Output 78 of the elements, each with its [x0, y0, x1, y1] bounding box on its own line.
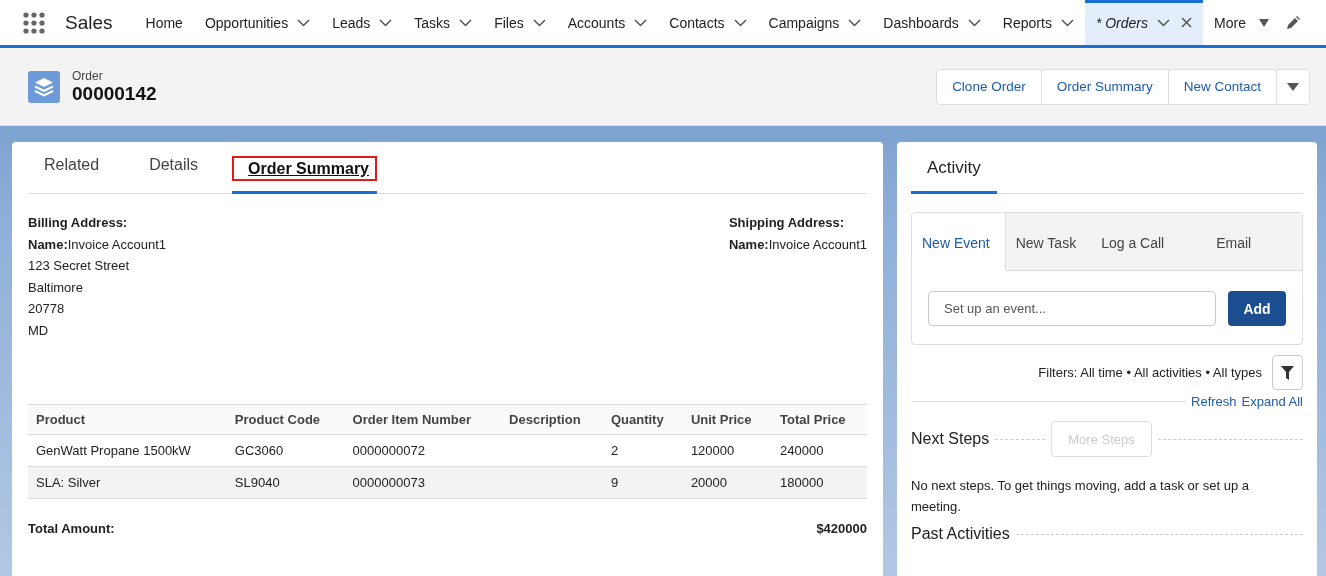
table-cell: GC3060	[226, 434, 345, 467]
chevron-down-icon[interactable]	[532, 18, 546, 27]
activity-link[interactable]: Refresh	[1191, 394, 1237, 409]
nav-tab[interactable]: Contacts	[658, 0, 758, 45]
app-launcher-icon[interactable]	[23, 11, 45, 34]
column-header: Unit Price	[682, 404, 773, 435]
nav-tab[interactable]: Opportunities	[193, 0, 322, 45]
address-line: Baltimore	[28, 278, 84, 296]
composer-tab[interactable]: Email	[1206, 213, 1267, 271]
chevron-down-icon[interactable]	[1060, 18, 1074, 27]
more-menu[interactable]: More	[1203, 0, 1280, 45]
billing-name: Name:Invoice Account1	[28, 235, 167, 253]
address-line: 123 Secret Street	[28, 257, 131, 275]
nav-tab[interactable]: Files	[483, 0, 557, 45]
table-cell: 0000000072	[344, 434, 502, 467]
column-header: Description	[501, 404, 603, 435]
column-header: Product	[28, 404, 227, 435]
billing-heading: Billing Address:	[28, 214, 129, 232]
chevron-down-icon[interactable]	[733, 18, 747, 27]
column-header: Total Price	[772, 404, 867, 435]
nav-tab[interactable]: Leads	[321, 0, 404, 45]
activity-tab[interactable]: Activity	[911, 150, 997, 194]
action-button[interactable]: Clone Order	[937, 69, 1042, 104]
record-tab[interactable]: Related	[28, 152, 116, 193]
table-cell: 2	[602, 434, 683, 467]
nav-tab[interactable]: * Orders	[1084, 0, 1203, 45]
composer-tab[interactable]: New Task	[1005, 213, 1092, 271]
chevron-down-icon[interactable]	[967, 18, 981, 27]
activity-link[interactable]: Expand All	[1241, 394, 1303, 409]
filter-button[interactable]	[1272, 355, 1303, 390]
address-line: MD	[28, 321, 50, 339]
record-number: 00000142	[72, 82, 157, 105]
table-cell: 120000	[682, 434, 773, 467]
table-cell: SLA: Silver	[28, 466, 227, 499]
nav-tab[interactable]: Dashboards	[872, 0, 992, 45]
nav-tab[interactable]: Reports	[991, 0, 1085, 45]
app-name: Sales	[65, 11, 113, 34]
table-cell: 240000	[772, 434, 867, 467]
table-cell: 20000	[682, 466, 773, 499]
table-cell: 0000000073	[344, 466, 502, 499]
column-header: Order Item Number	[344, 404, 502, 435]
table-cell: GenWatt Propane 1500kW	[28, 434, 227, 467]
table-cell: SL9040	[226, 466, 345, 499]
composer-tab[interactable]: Log a Call	[1091, 213, 1207, 271]
nav-tab[interactable]: Home	[134, 0, 194, 45]
empty-message: No next steps. To get things moving, add a task or set up a meeting.	[911, 477, 1250, 516]
filter-icon	[1281, 365, 1294, 380]
shipping-heading: Shipping Address:	[728, 214, 846, 232]
shipping-name: Name:Invoice Account1	[728, 235, 867, 253]
record-type: Order	[72, 68, 104, 83]
close-icon[interactable]	[1181, 17, 1192, 28]
column-header: Product Code	[226, 404, 345, 435]
filters-text: Filters: All time • All activities • All types	[1038, 365, 1262, 380]
chevron-down-icon[interactable]	[634, 18, 648, 27]
caret-down-icon	[1258, 18, 1269, 27]
record-tab[interactable]: Details	[133, 152, 215, 193]
address-line: 20778	[28, 300, 66, 318]
section-title: Next Steps	[911, 430, 990, 448]
chevron-down-icon[interactable]	[848, 18, 862, 27]
table-cell: 180000	[772, 466, 867, 499]
total-value: $420000	[816, 521, 867, 536]
chevron-down-icon[interactable]	[297, 18, 311, 27]
chevron-down-icon[interactable]	[459, 18, 473, 27]
composer-tab[interactable]: New Event	[912, 213, 1006, 271]
event-input[interactable]: Set up an event...	[928, 291, 1216, 326]
total-label: Total Amount:	[28, 521, 115, 536]
caret-down-icon	[1287, 83, 1299, 91]
stacked-layers-icon	[28, 70, 60, 103]
edit-icon[interactable]	[1285, 15, 1300, 30]
section-title: Past Activities	[911, 525, 1010, 543]
table-cell: 9	[602, 466, 683, 499]
nav-tab[interactable]: Accounts	[556, 0, 659, 45]
column-header: Quantity	[602, 404, 683, 435]
nav-tab[interactable]: Tasks	[403, 0, 484, 45]
add-button[interactable]: Add	[1228, 291, 1286, 326]
chevron-down-icon[interactable]	[379, 18, 393, 27]
chevron-down-icon[interactable]	[1157, 18, 1170, 27]
nav-tab[interactable]: Campaigns	[757, 0, 873, 45]
